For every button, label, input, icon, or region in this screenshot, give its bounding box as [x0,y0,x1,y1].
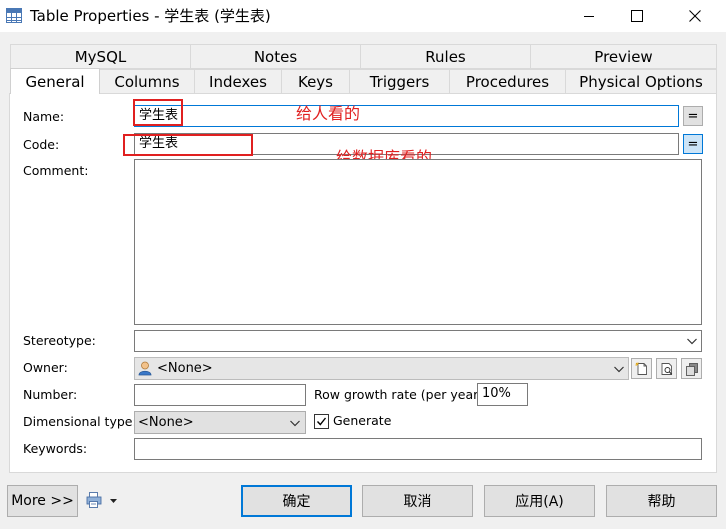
name-input[interactable]: 学生表 [134,105,679,127]
tab-keys[interactable]: Keys [281,69,350,94]
owner-label: Owner: [23,360,68,375]
dimensional-type-label: Dimensional type: [23,414,137,429]
name-label: Name: [23,109,65,124]
row-growth-value: 10% [482,386,511,401]
owner-value: <None> [157,361,213,376]
code-label: Code: [23,137,60,152]
properties-icon [661,362,672,375]
dropdown-arrow-icon [110,499,117,503]
apply-button[interactable]: 应用(A) [484,485,595,517]
chevron-down-icon[interactable] [687,338,697,345]
keywords-label: Keywords: [23,441,88,456]
name-equals-button[interactable]: = [683,106,703,126]
stereotype-label: Stereotype: [23,333,96,348]
dimensional-type-value: <None> [138,415,194,430]
code-highlight-box [123,134,253,156]
tab-indexes[interactable]: Indexes [194,69,282,94]
tab-physical-options[interactable]: Physical Options [565,69,717,94]
chevron-down-icon[interactable] [290,420,300,427]
printer-icon [86,492,102,508]
help-button[interactable]: 帮助 [606,485,717,517]
user-icon [138,361,152,376]
name-highlight-box [133,99,183,126]
tab-general[interactable]: General [10,68,100,94]
ok-button[interactable]: 确定 [241,485,352,517]
maximize-button[interactable] [614,0,660,32]
dimensional-type-combobox[interactable]: <None> [134,411,306,434]
minimize-button[interactable] [566,0,612,32]
owner-copy-button[interactable] [681,358,702,379]
tab-columns[interactable]: Columns [99,69,195,94]
more-button[interactable]: More >> [7,485,78,517]
name-annotation: 给人看的 [296,104,361,123]
tab-procedures[interactable]: Procedures [449,69,566,94]
window-title: Table Properties - 学生表 (学生表) [30,7,271,25]
tab-preview[interactable]: Preview [530,44,717,69]
stereotype-combobox[interactable] [134,330,702,352]
row-growth-label: Row growth rate (per year): [314,387,488,402]
tab-notes[interactable]: Notes [190,44,361,69]
minimize-icon [584,16,594,17]
copy-icon [685,362,698,376]
comment-label: Comment: [23,163,89,178]
cancel-button[interactable]: 取消 [362,485,473,517]
maximize-icon [631,10,643,22]
number-label: Number: [23,387,78,402]
new-owner-button[interactable] [631,358,652,379]
checkmark-icon [316,417,327,426]
row-growth-input[interactable]: 10% [477,383,528,406]
tab-rules[interactable]: Rules [360,44,531,69]
owner-combobox[interactable]: <None> [134,357,629,380]
close-icon [689,10,701,22]
keywords-input[interactable] [134,438,702,460]
comment-textarea[interactable] [134,159,702,325]
print-menu-button[interactable] [86,491,120,511]
close-button[interactable] [672,0,718,32]
owner-properties-button[interactable] [656,358,677,379]
chevron-down-icon[interactable] [614,366,624,373]
number-input[interactable] [134,384,306,406]
table-icon [6,8,22,23]
tab-mysql[interactable]: MySQL [10,44,191,69]
new-document-icon [635,362,647,375]
generate-checkbox[interactable] [314,414,329,429]
code-equals-button[interactable]: = [683,134,703,154]
tab-triggers[interactable]: Triggers [349,69,450,94]
generate-label: Generate [333,413,392,428]
